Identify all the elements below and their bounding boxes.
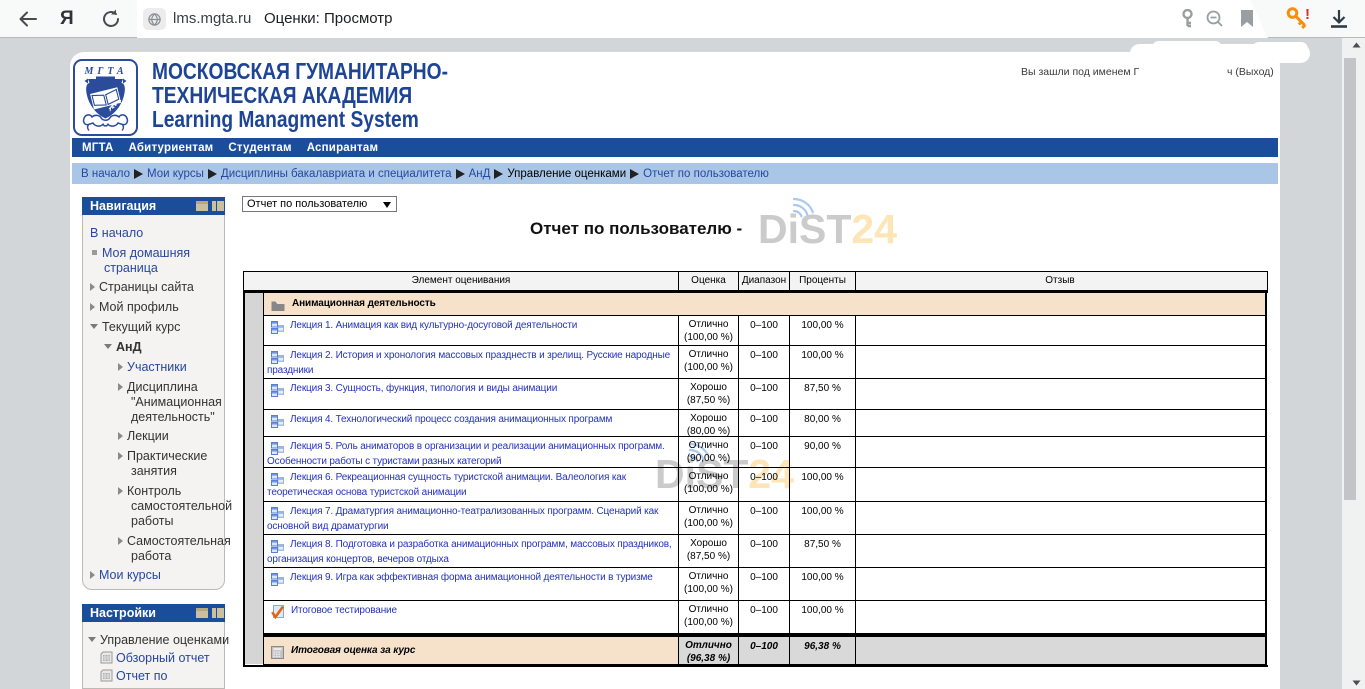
svg-text:МГТА: МГТА: [83, 66, 127, 77]
svg-text:!: !: [1305, 6, 1310, 23]
